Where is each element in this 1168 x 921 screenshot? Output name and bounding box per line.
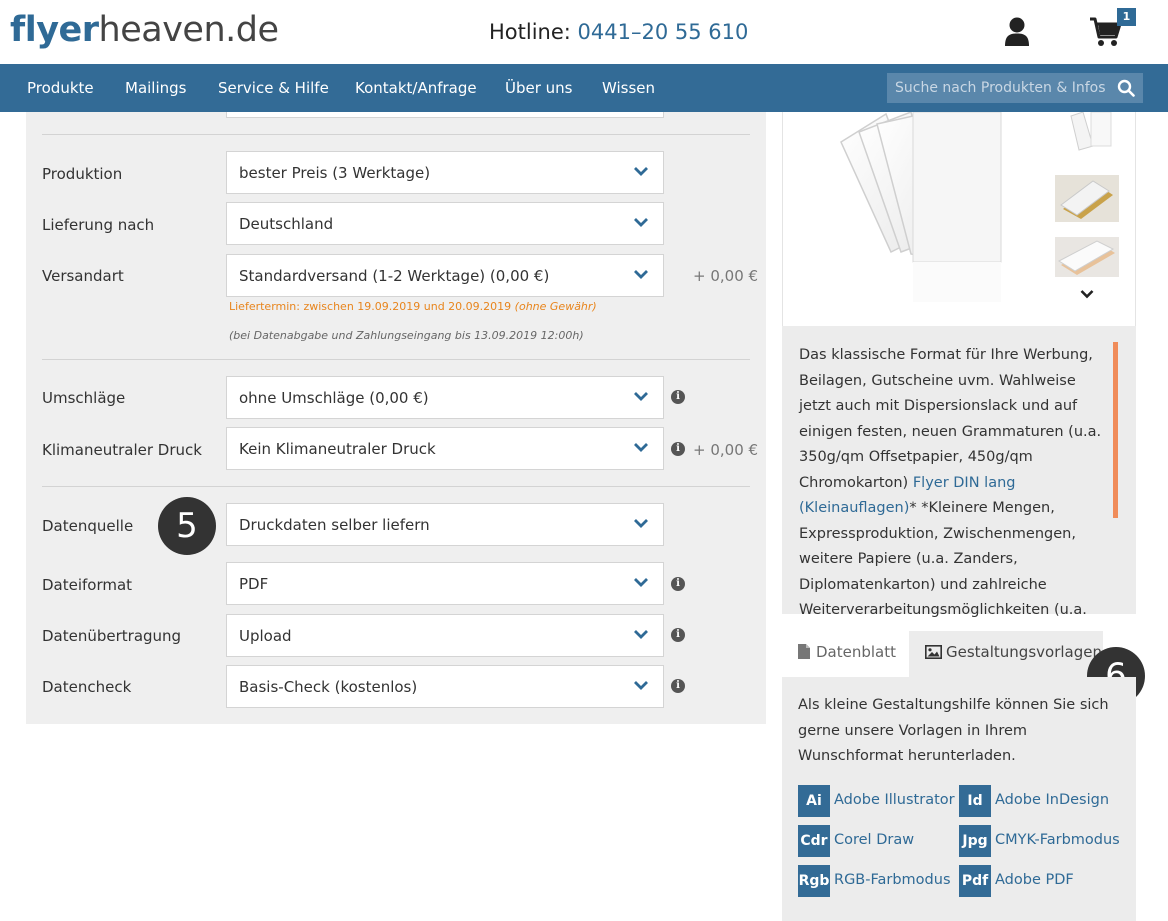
select-value: ohne Umschläge (0,00 €): [239, 389, 429, 407]
select-datenuebertragung[interactable]: Upload: [226, 614, 664, 657]
thumbnail-2[interactable]: [1055, 175, 1119, 222]
label-datencheck: Datencheck: [42, 678, 132, 696]
file-type-badge: Rgb: [798, 865, 830, 897]
info-icon[interactable]: i: [671, 628, 685, 642]
delivery-date-note: Liefertermin: zwischen 19.09.2019 und 20…: [229, 300, 597, 313]
chevron-down-icon: [634, 270, 648, 279]
label-versandart: Versandart: [42, 267, 124, 285]
file-type-badge: Pdf: [959, 865, 991, 897]
hotline-label: Hotline:: [489, 20, 571, 44]
select-versandart[interactable]: Standardversand (1-2 Werktage) (0,00 €): [226, 254, 664, 297]
label-umschlaege: Umschläge: [42, 389, 126, 407]
previous-select-bottom: [226, 112, 664, 118]
download-link[interactable]: Adobe PDF: [995, 872, 1074, 888]
download-link[interactable]: Adobe InDesign: [995, 792, 1109, 808]
download-link[interactable]: CMYK-Farbmodus: [995, 832, 1120, 848]
nav-item-mailings[interactable]: Mailings: [125, 79, 186, 97]
image-icon: [925, 645, 942, 659]
file-type-badge: Cdr: [798, 825, 830, 857]
label-lieferung-nach: Lieferung nach: [42, 216, 155, 234]
hotline-number[interactable]: 0441–20 55 610: [578, 20, 749, 44]
select-value: Standardversand (1-2 Werktage) (0,00 €): [239, 267, 550, 285]
select-lieferung-nach[interactable]: Deutschland: [226, 202, 664, 245]
select-value: bester Preis (3 Werktage): [239, 164, 431, 182]
tab-gestaltungsvorlagen[interactable]: Gestaltungsvorlagen: [909, 631, 1103, 677]
logo[interactable]: flyerheaven.de: [10, 8, 279, 52]
thumbnail-1[interactable]: [1067, 112, 1115, 158]
chevron-down-icon: [634, 630, 648, 639]
delivery-date-text: Liefertermin: zwischen 19.09.2019 und 20…: [229, 300, 512, 313]
delivery-date-disclaimer: (ohne Gewähr): [514, 300, 597, 313]
nav-item-service-hilfe[interactable]: Service & Hilfe: [218, 79, 329, 97]
search-box: [887, 73, 1143, 103]
description-text: Das klassische Format für Ihre Werbung, …: [799, 347, 1102, 491]
select-dateiformat[interactable]: PDF: [226, 562, 664, 605]
select-value: PDF: [239, 575, 269, 593]
file-type-badge: Jpg: [959, 825, 991, 857]
download-link[interactable]: Adobe Illustrator: [834, 792, 955, 808]
chevron-down-icon: [634, 519, 648, 528]
product-image-main[interactable]: [831, 112, 1021, 317]
chevron-down-icon: [634, 443, 648, 452]
select-value: Kein Klimaneutraler Druck: [239, 440, 436, 458]
product-gallery: [782, 112, 1136, 326]
chevron-down-icon: [634, 218, 648, 227]
user-account-icon[interactable]: [1004, 17, 1030, 47]
price-versandart: + 0,00 €: [693, 267, 759, 285]
search-icon[interactable]: [1117, 79, 1135, 97]
tab-label: Gestaltungsvorlagen: [946, 643, 1102, 661]
logo-part1: flyer: [10, 10, 99, 50]
nav-item-wissen[interactable]: Wissen: [602, 79, 655, 97]
select-datenquelle[interactable]: Druckdaten selber liefern: [226, 503, 664, 546]
logo-part2: heaven.de: [98, 10, 279, 50]
scrollbar-thumb[interactable]: [1113, 342, 1118, 518]
section-divider: [42, 486, 750, 487]
product-description: Das klassische Format für Ihre Werbung, …: [799, 343, 1104, 624]
nav-item-produkte[interactable]: Produkte: [27, 79, 94, 97]
chevron-down-icon: [634, 392, 648, 401]
select-value: Deutschland: [239, 215, 334, 233]
file-type-badge: Ai: [798, 785, 830, 817]
section-divider: [42, 134, 750, 135]
chevron-down-icon: [634, 578, 648, 587]
info-icon[interactable]: i: [671, 577, 685, 591]
download-link[interactable]: Corel Draw: [834, 832, 914, 848]
info-icon[interactable]: i: [671, 442, 685, 456]
chevron-down-icon: [634, 681, 648, 690]
select-value: Basis-Check (kostenlos): [239, 678, 418, 696]
tab-label: Datenblatt: [816, 643, 897, 661]
top-header: flyerheaven.de Hotline: 0441–20 55 610 1: [0, 0, 1168, 64]
hotline: Hotline: 0441–20 55 610: [489, 20, 748, 44]
label-datenquelle: Datenquelle: [42, 517, 134, 535]
file-type-badge: Id: [959, 785, 991, 817]
section-divider: [42, 359, 750, 360]
price-klimaneutral: + 0,00 €: [693, 441, 759, 459]
download-link[interactable]: RGB-Farbmodus: [834, 872, 951, 888]
nav-item-ueber-uns[interactable]: Über uns: [505, 79, 573, 97]
label-klimaneutraler-druck: Klimaneutraler Druck: [42, 441, 202, 459]
step-number-badge: 5: [158, 497, 216, 555]
cart-count-badge: 1: [1117, 8, 1136, 26]
nav-item-kontakt-anfrage[interactable]: Kontakt/Anfrage: [355, 79, 477, 97]
info-icon[interactable]: i: [671, 679, 685, 693]
select-umschlaege[interactable]: ohne Umschläge (0,00 €): [226, 376, 664, 419]
description-text-continued: * *Kleinere Mengen, Expressproduktion, Z…: [799, 500, 1087, 618]
tab-datenblatt[interactable]: Datenblatt: [782, 631, 909, 677]
templates-intro: Als kleine Gestaltungshilfe können Sie s…: [798, 697, 1109, 764]
select-datencheck[interactable]: Basis-Check (kostenlos): [226, 665, 664, 708]
label-produktion: Produktion: [42, 165, 123, 183]
select-klimaneutraler-druck[interactable]: Kein Klimaneutraler Druck: [226, 427, 664, 470]
select-value: Upload: [239, 627, 292, 645]
chevron-down-icon: [634, 167, 648, 176]
label-datenuebertragung: Datenübertragung: [42, 627, 182, 645]
info-icon[interactable]: i: [671, 390, 685, 404]
delivery-condition-note: (bei Datenabgabe und Zahlungseingang bis…: [229, 329, 584, 342]
label-dateiformat: Dateiformat: [42, 576, 133, 594]
select-produktion[interactable]: bester Preis (3 Werktage): [226, 151, 664, 194]
select-value: Druckdaten selber liefern: [239, 516, 430, 534]
search-input[interactable]: [887, 73, 1113, 103]
document-icon: [798, 644, 810, 659]
gallery-next-chevron-icon[interactable]: [1080, 289, 1094, 300]
thumbnail-3[interactable]: [1055, 237, 1119, 277]
